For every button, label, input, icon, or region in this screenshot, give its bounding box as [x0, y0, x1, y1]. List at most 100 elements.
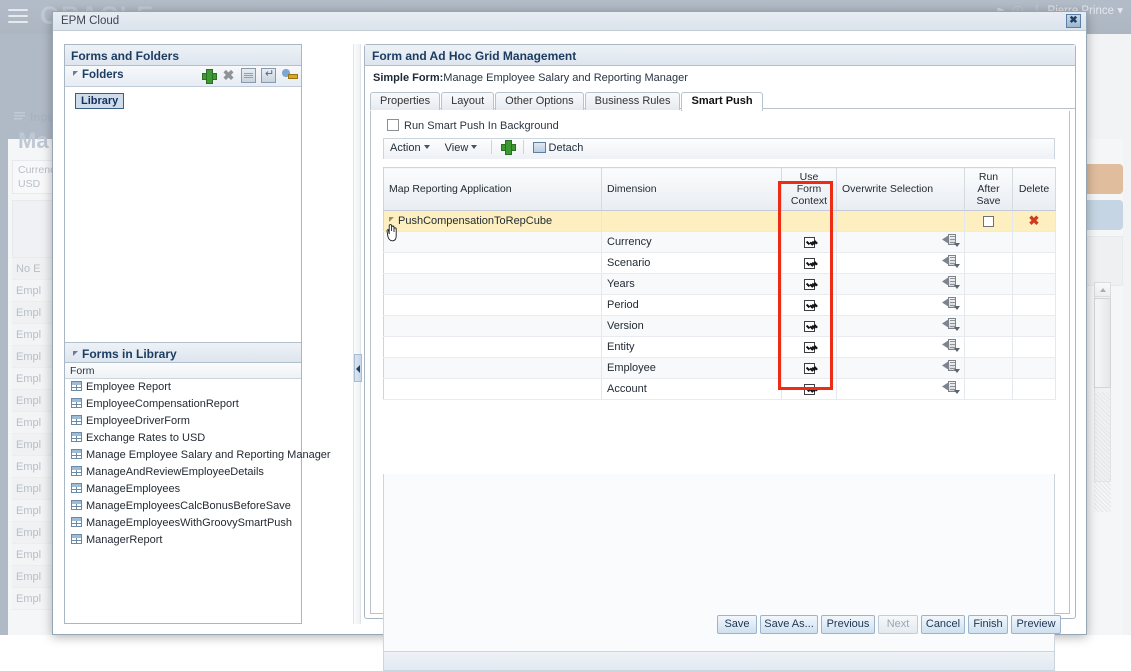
overwrite-selection-cell [837, 232, 965, 253]
tab-properties[interactable]: Properties [370, 92, 440, 110]
table-row[interactable]: Account [384, 379, 1056, 400]
member-selector-icon[interactable] [942, 297, 959, 310]
table-row[interactable]: Employee [384, 358, 1056, 379]
table-footer [383, 651, 1055, 671]
form-list-item-label: EmployeeDriverForm [86, 415, 190, 427]
form-list-item[interactable]: EmployeeCompensationReport [65, 396, 301, 413]
splitter-collapse-handle[interactable] [354, 354, 362, 382]
dimension-cell: Period [602, 295, 782, 316]
move-folder-icon[interactable] [261, 68, 276, 83]
use-form-context-checkbox[interactable] [804, 279, 815, 290]
close-icon[interactable]: ✖ [1066, 14, 1081, 28]
table-row[interactable]: Period [384, 295, 1056, 316]
previous-button[interactable]: Previous [821, 615, 875, 634]
view-menu[interactable]: View [439, 139, 484, 154]
form-list-item[interactable]: ManageEmployeesWithGroovySmartPush [65, 515, 301, 532]
column-use-form-context[interactable]: Use Form Context [782, 168, 837, 211]
save-as-button[interactable]: Save As... [760, 615, 818, 634]
delete-cell [1013, 316, 1056, 337]
use-form-context-checkbox[interactable] [804, 384, 815, 395]
forms-in-library-header: Forms in Library [65, 342, 301, 363]
map-reporting-application-cell [384, 232, 602, 253]
form-list-item[interactable]: Manage Employee Salary and Reporting Man… [65, 447, 301, 464]
dialog-title: EPM Cloud [61, 15, 119, 27]
dimension-cell: Years [602, 274, 782, 295]
column-dimension[interactable]: Dimension [602, 168, 782, 211]
forms-column-header: Form [65, 363, 301, 379]
member-selector-icon[interactable] [942, 381, 959, 394]
delete-folder-icon[interactable]: ✖ [221, 68, 236, 83]
finish-button[interactable]: Finish [968, 615, 1008, 634]
preview-button[interactable]: Preview [1011, 615, 1061, 634]
use-form-context-cell [782, 232, 837, 253]
delete-cell [1013, 232, 1056, 253]
tab-layout[interactable]: Layout [441, 92, 494, 110]
map-reporting-application-cell [384, 295, 602, 316]
save-button[interactable]: Save [717, 615, 757, 634]
member-selector-icon[interactable] [942, 276, 959, 289]
add-folder-icon[interactable] [201, 68, 216, 83]
action-menu[interactable]: Action [384, 139, 436, 154]
form-list-item[interactable]: Exchange Rates to USD [65, 430, 301, 447]
use-form-context-cell [782, 211, 837, 232]
table-group-row[interactable]: PushCompensationToRepCube ✖ [384, 211, 1056, 232]
overwrite-selection-cell [837, 253, 965, 274]
form-list-item[interactable]: ManageEmployees [65, 481, 301, 498]
column-overwrite-selection[interactable]: Overwrite Selection [837, 168, 965, 211]
overwrite-selection-cell [837, 211, 965, 232]
member-selector-icon[interactable] [942, 234, 959, 247]
dialog-button-bar: SaveSave As...PreviousNextCancelFinishPr… [0, 615, 1131, 635]
tab-business-rules[interactable]: Business Rules [585, 92, 681, 110]
column-run-after-save[interactable]: Run After Save [965, 168, 1013, 211]
cancel-button[interactable]: Cancel [921, 615, 965, 634]
delete-row-icon[interactable]: ✖ [1029, 213, 1040, 228]
member-selector-icon[interactable] [942, 339, 959, 352]
simple-form-label: Simple Form: [373, 72, 443, 84]
add-row-icon[interactable] [500, 139, 515, 154]
use-form-context-cell [782, 316, 837, 337]
map-reporting-application-name: PushCompensationToRepCube [398, 215, 552, 227]
assign-permission-icon[interactable] [281, 68, 296, 83]
column-map-reporting-application[interactable]: Map Reporting Application [384, 168, 602, 211]
collapse-triangle-icon[interactable] [73, 351, 78, 356]
collapse-triangle-icon[interactable] [73, 71, 78, 76]
run-smart-push-background-checkbox[interactable] [387, 119, 399, 131]
form-list-item[interactable]: Employee Report [65, 379, 301, 396]
use-form-context-cell [782, 358, 837, 379]
table-row[interactable]: Scenario [384, 253, 1056, 274]
table-row[interactable]: Currency [384, 232, 1056, 253]
map-reporting-application-cell[interactable]: PushCompensationToRepCube [384, 211, 602, 232]
table-row[interactable]: Years [384, 274, 1056, 295]
use-form-context-checkbox[interactable] [804, 321, 815, 332]
form-grid-icon [71, 483, 82, 493]
form-list-item[interactable]: ManagerReport [65, 532, 301, 549]
expand-triangle-icon[interactable] [389, 217, 394, 222]
use-form-context-checkbox[interactable] [804, 237, 815, 248]
form-list-item-label: ManageEmployees [86, 483, 180, 495]
form-list-item[interactable]: ManageAndReviewEmployeeDetails [65, 464, 301, 481]
use-form-context-checkbox[interactable] [804, 300, 815, 311]
table-row[interactable]: Entity [384, 337, 1056, 358]
rename-folder-icon[interactable] [241, 68, 256, 83]
use-form-context-checkbox[interactable] [804, 258, 815, 269]
run-smart-push-background-label: Run Smart Push In Background [404, 120, 559, 132]
form-list-item[interactable]: ManageEmployeesCalcBonusBeforeSave [65, 498, 301, 515]
tab-other-options[interactable]: Other Options [495, 92, 583, 110]
folders-label[interactable]: Folders [73, 69, 124, 81]
panel-splitter[interactable] [353, 44, 361, 624]
table-row[interactable]: Version [384, 316, 1056, 337]
run-after-save-cell [965, 253, 1013, 274]
run-after-save-checkbox[interactable] [983, 216, 994, 227]
folders-section-header: Folders ✖ [65, 66, 301, 87]
column-delete[interactable]: Delete [1013, 168, 1056, 211]
form-list-item[interactable]: EmployeeDriverForm [65, 413, 301, 430]
use-form-context-checkbox[interactable] [804, 342, 815, 353]
member-selector-icon[interactable] [942, 318, 959, 331]
member-selector-icon[interactable] [942, 360, 959, 373]
use-form-context-checkbox[interactable] [804, 363, 815, 374]
folder-node-library[interactable]: Library [75, 93, 124, 109]
member-selector-icon[interactable] [942, 255, 959, 268]
detach-button[interactable]: Detach [533, 139, 584, 154]
forms-and-folders-title: Forms and Folders [65, 45, 301, 66]
tab-smart-push[interactable]: Smart Push [681, 92, 762, 111]
